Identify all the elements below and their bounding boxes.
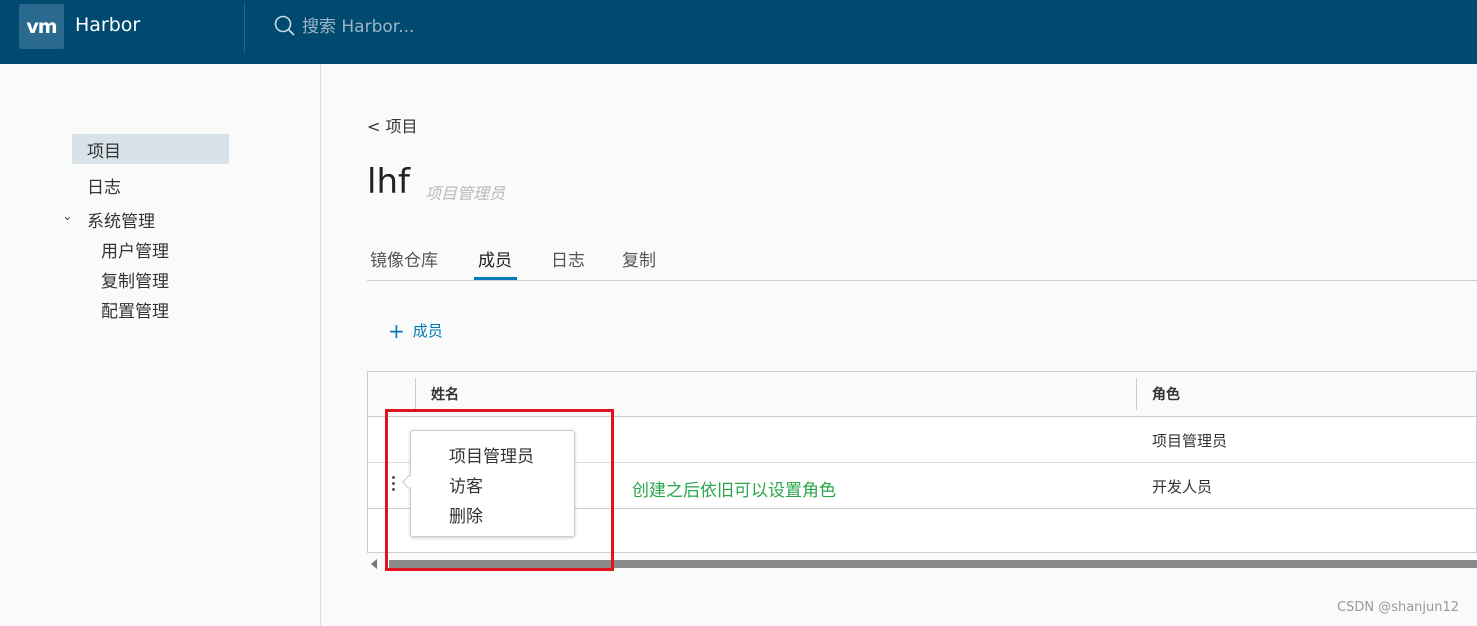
search-icon[interactable] [274,15,296,37]
breadcrumb[interactable]: < 项目 [367,113,418,137]
menu-item-guest[interactable]: 访客 [449,472,483,497]
vmware-logo[interactable]: vm [19,4,64,49]
horizontal-scrollbar[interactable] [371,559,1477,569]
search-input[interactable] [302,12,602,42]
sidebar-item-projects[interactable]: 项目 [72,134,229,164]
role-action-menu: 项目管理员 访客 删除 [410,430,575,537]
tab-replication[interactable]: 复制 [622,246,656,271]
active-tab-indicator [474,277,517,280]
sidebar-item-administration[interactable]: 系统管理 [87,207,155,232]
page-title: lhf [367,162,410,202]
sidebar-item-users[interactable]: 用户管理 [101,237,169,262]
tab-members[interactable]: 成员 [478,246,512,271]
top-header: vm Harbor [0,0,1477,64]
menu-item-project-admin[interactable]: 项目管理员 [449,442,534,467]
scroll-left-icon[interactable] [371,559,377,569]
scrollbar-thumb[interactable] [389,560,1477,568]
member-role: 开发人员 [1152,478,1213,496]
sidebar-item-configuration[interactable]: 配置管理 [101,297,169,322]
column-header-name[interactable]: 姓名 [431,384,459,404]
header-divider [244,2,245,52]
add-member-button[interactable]: + 成员 [388,320,443,341]
tabs-divider [367,280,1477,281]
plus-icon: + [388,318,405,343]
column-header-role[interactable]: 角色 [1152,384,1180,404]
tab-repositories[interactable]: 镜像仓库 [370,246,438,271]
menu-item-delete[interactable]: 删除 [449,502,483,527]
sidebar-item-logs[interactable]: 日志 [87,173,121,198]
table-header: 姓名 角色 [368,372,1476,417]
member-role: 项目管理员 [1152,432,1228,450]
sidebar: 项目 日志 ⌄ 系统管理 用户管理 复制管理 配置管理 [0,64,321,626]
annotation-text: 创建之后依旧可以设置角色 [632,481,836,501]
sidebar-item-replication[interactable]: 复制管理 [101,267,169,292]
column-separator [415,378,416,410]
chevron-down-icon[interactable]: ⌄ [62,209,73,224]
row-actions-icon[interactable] [388,473,398,497]
app-name[interactable]: Harbor [75,14,140,36]
sidebar-item-label: 项目 [87,142,121,162]
add-member-label: 成员 [412,322,443,340]
column-separator[interactable] [1136,378,1137,410]
watermark: CSDN @shanjun12 [1337,600,1460,615]
project-role-label: 项目管理员 [425,184,506,203]
tab-logs[interactable]: 日志 [551,246,585,271]
